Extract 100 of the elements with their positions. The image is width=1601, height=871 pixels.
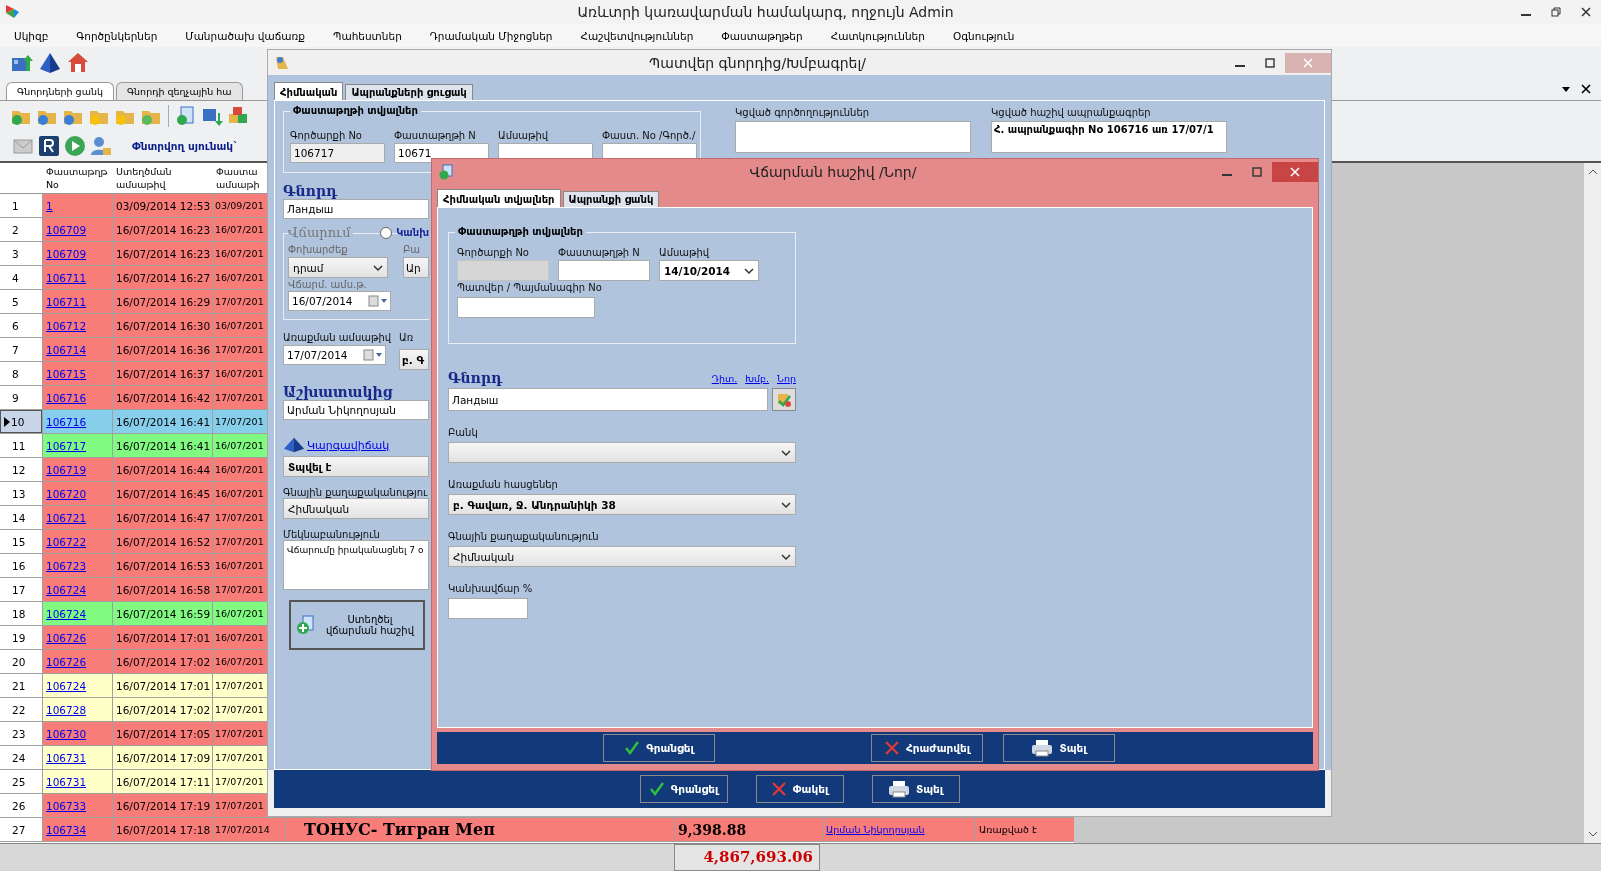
document-link[interactable]: 106714 xyxy=(46,343,87,356)
tab[interactable]: Ապրանքի ցանկ xyxy=(562,191,660,207)
address-select[interactable]: բ. Գ xyxy=(399,349,429,370)
table-cell: 16/07/2014 16:47 xyxy=(116,511,211,524)
input-field[interactable]: 106717 xyxy=(290,143,385,163)
arrow-down-icon[interactable] xyxy=(1587,829,1598,839)
menu-item[interactable]: Սկիզբ xyxy=(14,29,49,42)
customer-link[interactable]: Նոր xyxy=(777,372,796,384)
document-link[interactable]: 106731 xyxy=(46,751,87,764)
table-cell: 17/07/201 xyxy=(215,752,264,763)
user-lock-icon[interactable] xyxy=(90,135,112,157)
dialog-button[interactable]: Տպել xyxy=(1003,734,1115,762)
tab[interactable]: Գնորդների ցանկ xyxy=(6,82,114,100)
close-icon[interactable] xyxy=(1581,84,1591,94)
date-select[interactable]: 14/10/2014 xyxy=(659,260,759,281)
comment-field[interactable]: Վճարումը իրականացնել 7 օ xyxy=(283,540,429,590)
document-link[interactable]: 106726 xyxy=(46,631,87,644)
document-link[interactable]: 106719 xyxy=(46,463,87,476)
date-field[interactable]: 17/07/2014 xyxy=(283,345,386,365)
caret-icon[interactable] xyxy=(1561,84,1571,94)
scrollbar[interactable] xyxy=(1584,163,1601,843)
menu-item[interactable]: Գործընկերներ xyxy=(76,29,158,42)
document-link[interactable]: 106726 xyxy=(46,655,87,668)
document-link[interactable]: 106717 xyxy=(46,439,87,452)
input-field[interactable] xyxy=(558,260,650,281)
dialog-button[interactable]: Գրանցել xyxy=(603,734,715,762)
calendar-icon[interactable] xyxy=(363,349,383,361)
document-link[interactable]: 106724 xyxy=(46,607,87,620)
dialog-button[interactable]: Գրանցել xyxy=(639,775,728,803)
arrow-up-icon[interactable] xyxy=(1587,167,1598,177)
price-policy-select[interactable]: Հիմնական xyxy=(448,546,796,567)
house-icon[interactable] xyxy=(66,50,90,75)
radio-button[interactable]: Կանխ xyxy=(380,226,429,239)
document-link[interactable]: 106724 xyxy=(46,583,87,596)
printer-icon xyxy=(1031,737,1054,759)
list-label: Կցված հաշիվ ապրանքագրեր xyxy=(991,107,1152,118)
document-link[interactable]: 106722 xyxy=(46,535,87,548)
document-link[interactable]: 1 xyxy=(46,199,53,212)
document-link[interactable]: 106730 xyxy=(46,727,87,740)
menu-item[interactable]: Օգնություն xyxy=(952,29,1015,42)
dialog-button[interactable]: Հրաժարվել xyxy=(871,734,983,762)
select-customer-button[interactable] xyxy=(772,388,796,411)
address-select[interactable]: բ. Գավառ, Ջ. Անդրանիկի 38 xyxy=(448,494,796,515)
status-link[interactable]: Կարգավիճակ xyxy=(307,438,390,452)
window-title: Առևտրի կառավարման համակարգ, ողջույն Admin xyxy=(576,4,955,20)
customer-link[interactable]: Դիտ. xyxy=(711,372,738,384)
document-link[interactable]: 106709 xyxy=(46,223,87,236)
currency-select[interactable]: դրամ xyxy=(288,257,388,278)
column-header[interactable]: Ստեղծման ամսաթիվ xyxy=(112,163,212,193)
document-link[interactable]: 106723 xyxy=(46,559,87,572)
menu-item[interactable]: Փաստաթղթեր xyxy=(721,29,803,42)
bank-select[interactable]: Ար xyxy=(403,257,429,278)
document-link[interactable]: 106724 xyxy=(46,679,87,692)
document-link[interactable]: 106711 xyxy=(46,295,87,308)
maximize-icon xyxy=(1252,166,1262,177)
bank-select[interactable] xyxy=(448,442,796,463)
menu-item[interactable]: Հատկություններ xyxy=(830,29,925,42)
tab[interactable]: Գնորդի զեղչային հա xyxy=(115,82,243,100)
date-field[interactable]: 16/07/2014 xyxy=(288,291,391,311)
report-icon[interactable] xyxy=(38,135,60,157)
document-plus-icon[interactable] xyxy=(175,105,197,127)
table-cell: 16/07/2014 16:29 xyxy=(116,295,211,308)
tab[interactable]: Հիմնական xyxy=(274,82,344,100)
tab[interactable]: Ապրանքների ցուցակ xyxy=(345,84,473,100)
document-link[interactable]: 106711 xyxy=(46,271,87,284)
document-link[interactable]: 106733 xyxy=(46,799,87,812)
document-link[interactable]: 106715 xyxy=(46,367,87,380)
row-number: 5 xyxy=(12,295,19,308)
document-link[interactable]: 106734 xyxy=(46,823,87,836)
price-policy-select[interactable]: Հիմնական xyxy=(283,498,429,519)
table-cell: 16/07/201 xyxy=(215,632,264,643)
menu-item[interactable]: Հաշվետվություններ xyxy=(580,29,694,42)
input-field[interactable] xyxy=(457,297,595,318)
document-link[interactable]: 106716 xyxy=(46,391,87,404)
linked-actions-list[interactable] xyxy=(735,121,971,153)
document-link[interactable]: 106709 xyxy=(46,247,87,260)
document-link[interactable]: 106716 xyxy=(46,415,87,428)
menu-item[interactable]: Մանրածախ վաճառք xyxy=(185,29,305,42)
row-header[interactable]: 10 xyxy=(0,410,42,433)
table-cell: 16/07/2014 16:59 xyxy=(116,607,211,620)
document-link[interactable]: 106720 xyxy=(46,487,87,500)
input-field[interactable]: Արման Նիկողոսյան xyxy=(283,400,429,420)
customer-link[interactable]: Խմբ. xyxy=(745,372,770,384)
menu-item[interactable]: Դրամական Միջոցներ xyxy=(429,29,553,42)
tab[interactable]: Հիմնական տվյալներ xyxy=(437,189,561,207)
input-field[interactable] xyxy=(448,598,528,619)
create-invoice-button[interactable]: Ստեղծել վճարման հաշիվ xyxy=(289,600,425,650)
document-link[interactable]: 106731 xyxy=(46,775,87,788)
dialog-button[interactable]: Փակել xyxy=(755,775,844,803)
dialog-button[interactable]: Տպել xyxy=(871,775,960,803)
calendar-icon[interactable] xyxy=(368,295,388,307)
table-cell: 17/07/201 xyxy=(215,704,264,715)
list-item[interactable]: Հ. ապրանքագիր No 106716 առ 17/07/1 xyxy=(992,122,1226,137)
document-link[interactable]: 106721 xyxy=(46,511,87,524)
document-link[interactable]: 106728 xyxy=(46,703,87,716)
menu-item[interactable]: Պահեստներ xyxy=(333,29,402,42)
column-header[interactable]: Փաստաթղթ No xyxy=(42,163,112,193)
input-field[interactable]: Ландыш xyxy=(283,199,429,219)
input-field[interactable]: Ландыш xyxy=(448,388,768,411)
document-link[interactable]: 106712 xyxy=(46,319,87,332)
